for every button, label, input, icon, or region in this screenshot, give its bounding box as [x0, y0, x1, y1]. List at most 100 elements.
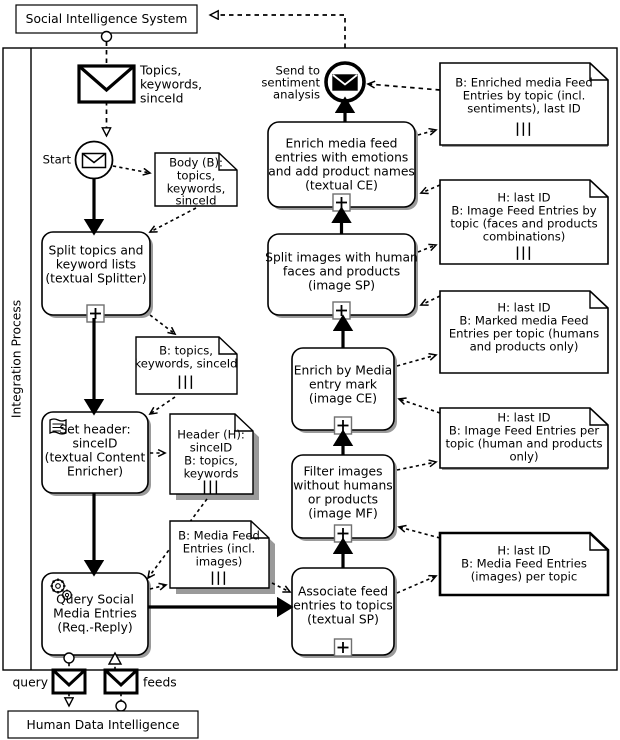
data-label-line-2: keywords, sinceId — [134, 357, 237, 371]
data-label-line-2: Entries (incl. — [183, 542, 255, 556]
envelope-icon — [332, 74, 358, 91]
sub-process-marker-icon — [333, 416, 353, 435]
task-label-line-2: entries to topics — [293, 599, 393, 613]
data-label-line-3: images) — [196, 555, 243, 569]
task-label-line-2: entries with emotions — [275, 151, 409, 165]
data-label-line-2: B: Media Feed Entries — [461, 557, 587, 571]
data-object-marked-media-feed[interactable]: H: last ID B: Marked media Feed Entries … — [439, 290, 609, 374]
collection-marker: ||| — [210, 571, 228, 586]
message-label-line-1: Topics, — [139, 64, 181, 78]
task-label-line-3: and add product names — [268, 165, 415, 179]
message-flow-sentiment-to-system — [210, 15, 346, 48]
data-label-line-4: keywords — [184, 467, 239, 481]
data-label-line-2: sinceID — [190, 441, 233, 455]
participant-human-data-intelligence[interactable]: Human Data Intelligence — [7, 710, 199, 739]
message-topics-keywords: Topics, keywords, sinceId — [77, 64, 202, 106]
data-label-line-1: H: last ID — [497, 411, 550, 425]
message-label-line-2: keywords, — [140, 78, 202, 92]
data-object-image-feed-per-topic[interactable]: H: last ID B: Image Feed Entries per top… — [439, 407, 609, 470]
task-label-line-1: Filter images — [303, 465, 382, 479]
task-label-line-3: (image SP) — [308, 279, 375, 293]
start-event-label: Start — [43, 153, 72, 167]
message-feeds-envelope: feeds — [103, 668, 177, 712]
sub-process-marker-icon — [332, 193, 351, 212]
lane-label: Integration Process — [10, 300, 24, 418]
task-split-images[interactable]: Split images with human faces and produc… — [265, 233, 418, 320]
participant-label: Social Intelligence System — [26, 12, 188, 26]
message-query-envelope: query — [13, 668, 87, 706]
message-query-label: query — [13, 676, 49, 690]
task-label-line-2: keyword lists — [56, 258, 136, 272]
task-set-header[interactable]: Set header: sinceID (textual Content Enr… — [41, 411, 151, 496]
task-label-line-2: sinceID — [72, 437, 117, 451]
task-split-topics[interactable]: Split topics and keyword lists (textual … — [41, 231, 153, 323]
sub-process-marker-icon — [333, 638, 353, 657]
data-label-line-1: B: Enriched media Feed — [455, 76, 593, 90]
task-label-line-1: Set header: — [59, 423, 130, 437]
data-label-line-4: and products only) — [470, 340, 579, 354]
end-event-send-to-sentiment[interactable]: Send to sentiment analysis — [261, 61, 366, 103]
data-associations-media-per-topic — [396, 527, 441, 594]
task-label-line-2: without humans — [293, 479, 392, 493]
data-label-line-3: sentiments), last ID — [467, 102, 581, 116]
task-label-line-1: Enrich media feed — [286, 137, 398, 151]
task-enrich-media-mark[interactable]: Enrich by Media entry mark (image CE) — [291, 347, 397, 435]
data-label-line-2: topics, — [177, 169, 215, 183]
sub-process-marker-icon — [332, 301, 351, 320]
data-associations-image-feed-per-topic — [396, 399, 441, 471]
task-label-line-1: Associate feed — [298, 585, 388, 599]
data-label-line-1: H: last ID — [497, 191, 550, 205]
task-label-line-3: (textual Splitter) — [45, 272, 146, 286]
data-object-image-feed-by-topic[interactable]: H: last ID B: Image Feed Entries by topi… — [439, 179, 609, 265]
task-label-line-1: Split images with human — [265, 251, 418, 265]
task-query-social-media[interactable]: Query Social Media Entries (Req.-Reply) — [41, 572, 151, 658]
data-label-line-2: B: Image Feed Entries by — [451, 204, 596, 218]
data-label-line-1: H: last ID — [497, 301, 550, 315]
data-label-line-1: H: last ID — [497, 544, 550, 558]
message-flow-query — [63, 652, 75, 670]
task-label-line-3: (textual Content — [45, 451, 146, 465]
data-label-line-2: Entries by topic (incl. — [463, 89, 586, 103]
sub-process-marker-icon — [333, 524, 353, 543]
data-label-line-3: topic (faces and products — [450, 217, 597, 231]
data-label-line-1: Body (B): — [169, 156, 223, 170]
task-label-line-4: (image MF) — [308, 507, 378, 521]
message-label-line-3: sinceId — [140, 92, 183, 106]
message-feeds-label: feeds — [143, 676, 177, 690]
task-label-line-4: (textual CE) — [305, 179, 378, 193]
data-label-line-3: (images) per topic — [471, 570, 577, 584]
task-label-line-4: Enricher) — [67, 465, 123, 479]
task-label-line-1: Enrich by Media — [294, 364, 392, 378]
data-label-line-1: B: topics, — [159, 344, 213, 358]
task-filter-images[interactable]: Filter images without humans or products… — [291, 454, 397, 543]
data-object-header-sinceid[interactable]: Header (H): sinceID B: topics, keywords … — [169, 413, 259, 500]
start-event[interactable]: Start — [43, 140, 114, 180]
data-label-line-3: topic (human and products — [445, 437, 602, 451]
data-label-line-1: B: Media Feed — [178, 529, 260, 543]
task-label-line-2: entry mark — [309, 378, 378, 392]
collection-marker: ||| — [202, 480, 220, 495]
participant-social-intelligence-system[interactable]: Social Intelligence System — [15, 4, 198, 34]
task-enrich-emotions[interactable]: Enrich media feed entries with emotions … — [267, 121, 418, 212]
bpmn-diagram-canvas: Social Intelligence System Integration P… — [0, 0, 620, 740]
data-label-line-4: only) — [509, 450, 538, 464]
data-label-line-1: Header (H): — [177, 428, 245, 442]
participant-label: Human Data Intelligence — [26, 718, 179, 732]
collection-marker: ||| — [515, 122, 533, 137]
collection-marker: ||| — [515, 246, 533, 261]
task-label-line-3: (Req.-Reply) — [57, 621, 132, 635]
data-label-line-2: B: Marked media Feed — [459, 314, 588, 328]
task-label-line-1: Split topics and — [49, 244, 144, 258]
data-associations-image-by-topic — [417, 184, 441, 253]
data-object-body-topics[interactable]: Body (B): topics, keywords, sinceId — [154, 152, 238, 208]
data-label-line-2: B: Image Feed Entries per — [449, 424, 599, 438]
task-associate-feed-entries[interactable]: Associate feed entries to topics (textua… — [291, 567, 397, 658]
data-object-enriched-media-feed[interactable]: B: Enriched media Feed Entries by topic … — [439, 62, 609, 147]
collection-marker: ||| — [177, 375, 195, 390]
data-label-line-4: sinceId — [176, 194, 217, 208]
data-object-b-media-feed-entries[interactable]: B: Media Feed Entries (incl. images) ||| — [169, 520, 275, 594]
envelope-icon — [81, 152, 107, 169]
data-label-line-3: B: topics, — [184, 454, 238, 468]
data-object-media-feed-per-topic[interactable]: H: last ID B: Media Feed Entries (images… — [438, 531, 610, 597]
data-object-b-topics-keywords[interactable]: B: topics, keywords, sinceId ||| — [134, 336, 238, 395]
